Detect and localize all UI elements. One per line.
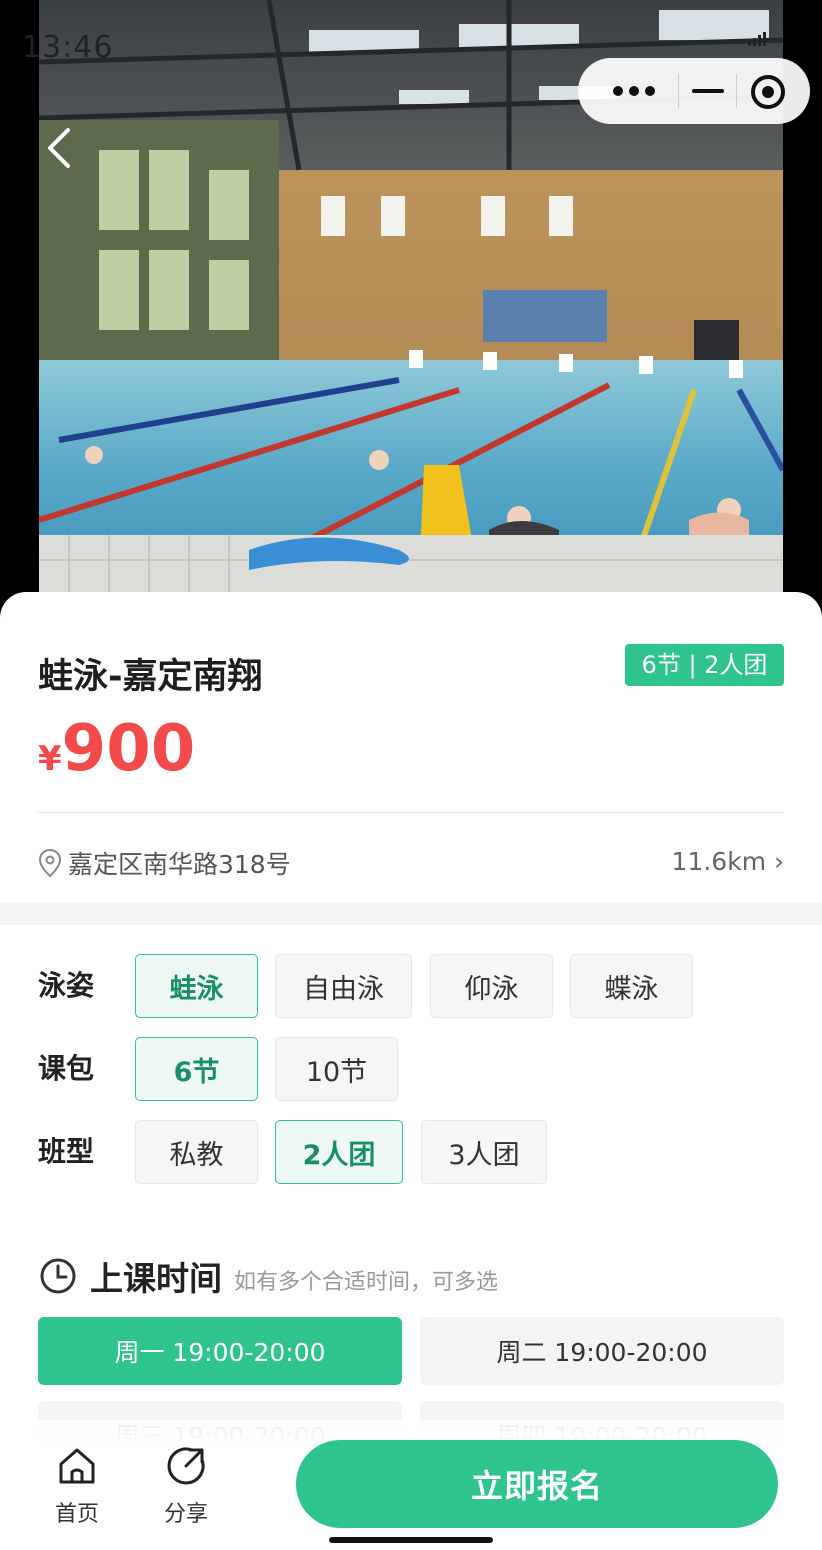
divider — [38, 812, 784, 813]
address-row[interactable]: 嘉定区南华路318号 — [38, 847, 291, 879]
class-option-3person[interactable]: 3人团 — [421, 1120, 547, 1184]
more-dots-icon[interactable] — [612, 82, 656, 104]
nav-share[interactable]: 分享 — [151, 1444, 221, 1528]
currency-symbol: ¥ — [38, 739, 62, 779]
bottom-action-bar: 首页 分享 立即报名 — [0, 1420, 822, 1550]
nav-share-label: 分享 — [163, 1502, 208, 1527]
schedule-title: 上课时间 — [90, 1259, 222, 1298]
schedule-hint: 如有多个合适时间，可多选 — [234, 1270, 499, 1295]
minimize-icon[interactable] — [692, 89, 724, 93]
home-icon — [59, 1448, 95, 1484]
course-tag: 6节 | 2人团 — [625, 644, 784, 686]
class-type-label: 班型 — [38, 1135, 95, 1168]
stroke-option-breaststroke[interactable]: 蛙泳 — [135, 954, 258, 1018]
capsule-divider — [678, 74, 679, 108]
class-option-private[interactable]: 私教 — [135, 1120, 258, 1184]
signal-icon — [748, 30, 770, 50]
package-option-6[interactable]: 6节 — [135, 1037, 258, 1101]
miniapp-capsule — [578, 58, 810, 124]
price: ¥900 — [38, 712, 195, 786]
home-indicator — [329, 1537, 493, 1543]
package-label: 课包 — [38, 1052, 95, 1085]
close-target-icon[interactable] — [750, 74, 786, 114]
schedule-header: 上课时间 如有多个合适时间，可多选 — [38, 1252, 498, 1300]
nav-home[interactable]: 首页 — [42, 1444, 112, 1528]
stroke-option-freestyle[interactable]: 自由泳 — [275, 954, 412, 1018]
stroke-option-butterfly[interactable]: 蝶泳 — [570, 954, 693, 1018]
class-option-2person[interactable]: 2人团 — [275, 1120, 403, 1184]
signup-button[interactable]: 立即报名 — [296, 1440, 778, 1528]
course-detail-card: 蛙泳-嘉定南翔 6节 | 2人团 ¥900 嘉定区南华路318号 11.6km … — [0, 592, 822, 1550]
location-pin-icon — [38, 848, 62, 878]
time-slot-mon[interactable]: 周一 19:00-20:00 — [38, 1317, 402, 1385]
stroke-label: 泳姿 — [38, 969, 95, 1002]
course-title: 蛙泳-嘉定南翔 — [38, 657, 263, 697]
capsule-divider — [736, 74, 737, 108]
price-value: 900 — [61, 712, 196, 786]
time-slot-tue[interactable]: 周二 19:00-20:00 — [420, 1317, 784, 1385]
address-text: 嘉定区南华路318号 — [68, 850, 291, 879]
package-option-10[interactable]: 10节 — [275, 1037, 398, 1101]
distance-link[interactable]: 11.6km › — [672, 847, 784, 876]
status-time: 13:46 — [22, 30, 114, 65]
back-icon — [48, 128, 70, 168]
nav-home-label: 首页 — [54, 1502, 99, 1527]
stroke-option-backstroke[interactable]: 仰泳 — [430, 954, 553, 1018]
section-separator — [0, 903, 822, 925]
back-button[interactable] — [44, 126, 76, 174]
clock-icon — [40, 1258, 76, 1294]
share-icon — [167, 1447, 205, 1485]
